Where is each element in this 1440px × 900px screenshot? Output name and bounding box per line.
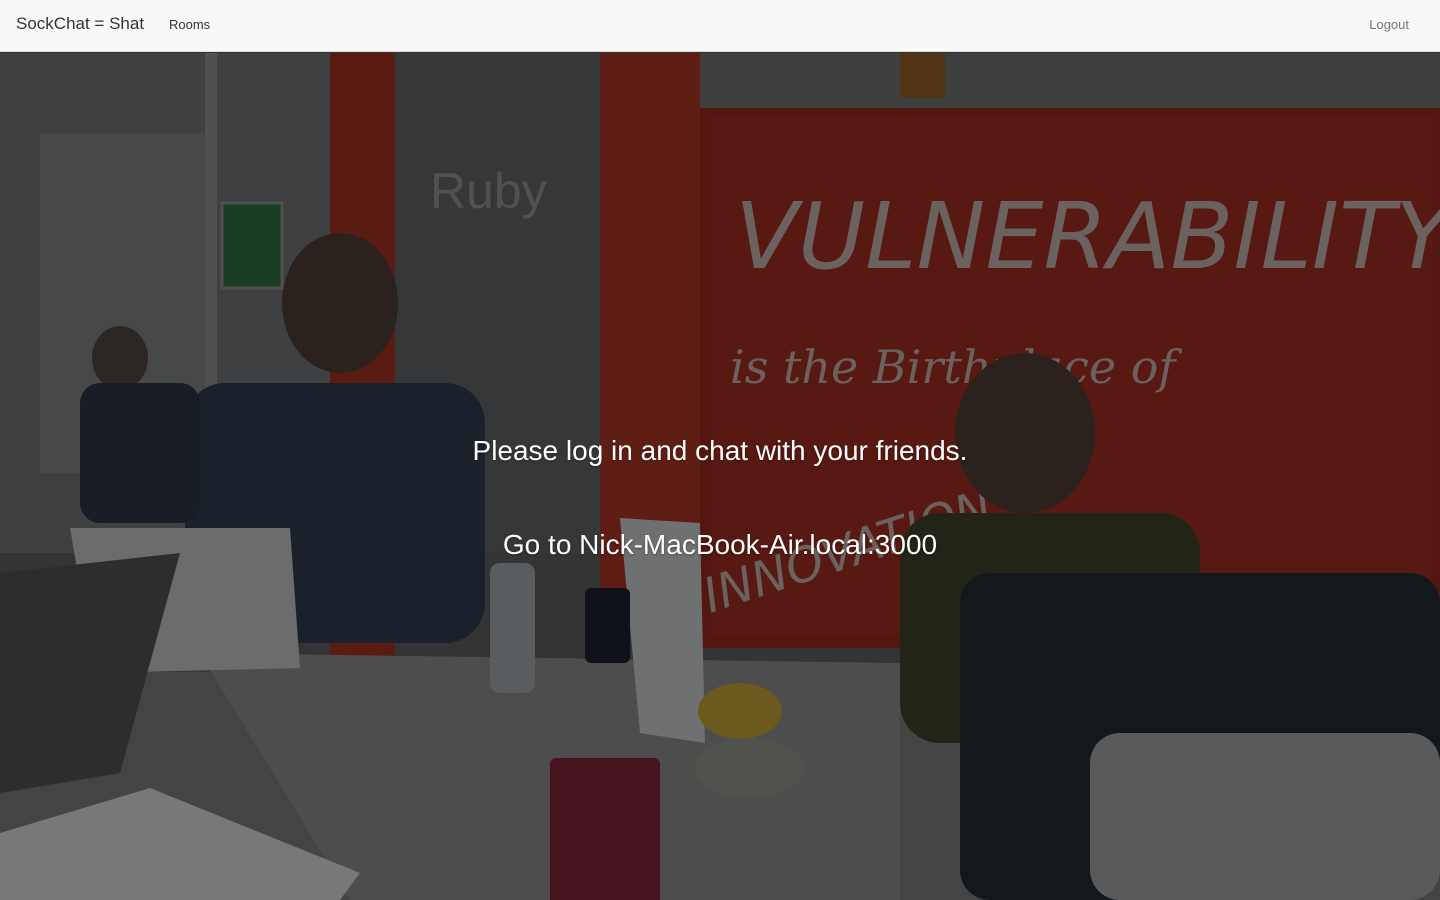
hero-background: Ruby VULNERABILITY is the Birthplace of … [0, 53, 1440, 900]
top-navbar: SockChat = Shat Rooms Logout [0, 0, 1440, 52]
nav-rooms-link[interactable]: Rooms [169, 17, 210, 32]
server-address-text: Go to Nick-MacBook-Air.local:3000 [502, 529, 938, 560]
logout-link[interactable]: Logout [1369, 17, 1409, 32]
brand-link[interactable]: SockChat = Shat [16, 14, 144, 34]
login-prompt-text: Please log in and chat with your friends… [472, 435, 968, 466]
office-photo: Ruby VULNERABILITY is the Birthplace of … [0, 53, 1440, 900]
